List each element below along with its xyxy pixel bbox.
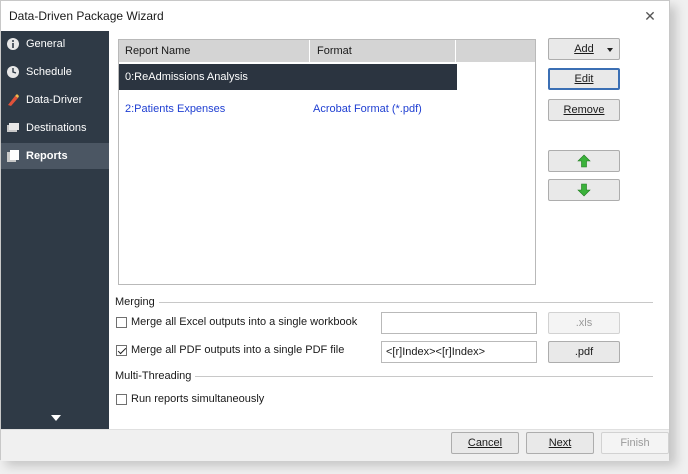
edit-button-label: Edit — [574, 73, 594, 85]
sidebar-item-schedule[interactable]: Schedule — [1, 59, 109, 85]
pdf-button[interactable]: .pdf — [548, 341, 620, 363]
run-simultaneously-checkbox[interactable] — [116, 394, 127, 405]
add-button[interactable]: Add — [548, 38, 620, 60]
window-title: Data-Driven Package Wizard — [9, 9, 164, 23]
close-icon[interactable]: ✕ — [639, 5, 661, 27]
sidebar: General Schedule Data-Driver Destination… — [1, 31, 109, 429]
sidebar-item-general[interactable]: General — [1, 31, 109, 57]
info-icon — [7, 38, 19, 50]
cancel-button[interactable]: Cancel — [451, 432, 519, 454]
wizard-footer: Cancel Next Finish — [1, 429, 669, 461]
sidebar-item-label: Schedule — [26, 66, 72, 78]
column-divider — [455, 40, 456, 62]
down-arrow-icon — [577, 183, 591, 197]
wizard-window: Data-Driven Package Wizard ✕ General Sch… — [0, 0, 670, 461]
report-name-cell: 2:Patients Expenses — [125, 103, 226, 115]
merge-pdf-label: Merge all PDF outputs into a single PDF … — [131, 344, 345, 356]
cancel-button-label: Cancel — [467, 437, 503, 449]
pdf-button-label: .pdf — [574, 346, 594, 358]
next-button-label: Next — [548, 437, 572, 449]
report-name-cell: 0:ReAdmissions Analysis — [125, 71, 248, 83]
chevron-down-icon — [607, 48, 613, 52]
column-header-format[interactable]: Format — [317, 45, 352, 57]
sidebar-item-label: Data-Driver — [26, 94, 83, 106]
table-row[interactable]: 0:ReAdmissions Analysis — [119, 64, 457, 90]
finish-button-label: Finish — [620, 437, 650, 449]
sidebar-item-data-driver[interactable]: Data-Driver — [1, 87, 109, 113]
multithreading-section-label: Multi-Threading — [115, 370, 196, 382]
sidebar-item-reports[interactable]: Reports — [1, 143, 109, 169]
data-driver-icon — [8, 94, 19, 106]
scroll-down-icon[interactable] — [51, 415, 61, 421]
column-header-report-name[interactable]: Report Name — [125, 45, 190, 57]
move-down-button[interactable] — [548, 179, 620, 201]
report-format-cell: Acrobat Format (*.pdf) — [313, 103, 422, 115]
column-divider — [309, 40, 310, 62]
next-button[interactable]: Next — [526, 432, 594, 454]
multithreading-divider — [117, 376, 653, 377]
sidebar-item-label: Destinations — [26, 122, 87, 134]
remove-button[interactable]: Remove — [548, 99, 620, 121]
xls-button[interactable]: .xls — [548, 312, 620, 334]
clock-icon — [7, 66, 19, 78]
add-button-label: Add — [574, 43, 594, 55]
xls-button-label: .xls — [575, 317, 593, 329]
finish-button[interactable]: Finish — [601, 432, 669, 454]
merge-pdf-checkbox[interactable] — [116, 345, 127, 356]
merging-section-label: Merging — [115, 296, 159, 308]
move-up-button[interactable] — [548, 150, 620, 172]
reports-icon — [7, 150, 19, 162]
reports-list[interactable]: Report Name Format 0:ReAdmissions Analys… — [118, 39, 536, 285]
merging-divider — [117, 302, 653, 303]
sidebar-item-label: General — [26, 38, 66, 50]
table-row[interactable]: 2:Patients Expenses Acrobat Format (*.pd… — [119, 96, 535, 122]
run-simultaneously-label: Run reports simultaneously — [131, 393, 265, 405]
pdf-output-name-input[interactable]: <[r]Index><[r]Index> — [381, 341, 537, 363]
sidebar-item-destinations[interactable]: Destinations — [1, 115, 109, 141]
list-header: Report Name Format — [119, 40, 535, 62]
remove-button-label: Remove — [563, 104, 605, 116]
merge-excel-checkbox[interactable] — [116, 317, 127, 328]
up-arrow-icon — [577, 154, 591, 168]
sidebar-item-label: Reports — [26, 150, 68, 162]
edit-button[interactable]: Edit — [548, 68, 620, 90]
destinations-icon — [7, 123, 19, 132]
merge-excel-label: Merge all Excel outputs into a single wo… — [131, 316, 358, 328]
title-bar: Data-Driven Package Wizard ✕ — [1, 1, 669, 31]
excel-output-name-input[interactable] — [381, 312, 537, 334]
